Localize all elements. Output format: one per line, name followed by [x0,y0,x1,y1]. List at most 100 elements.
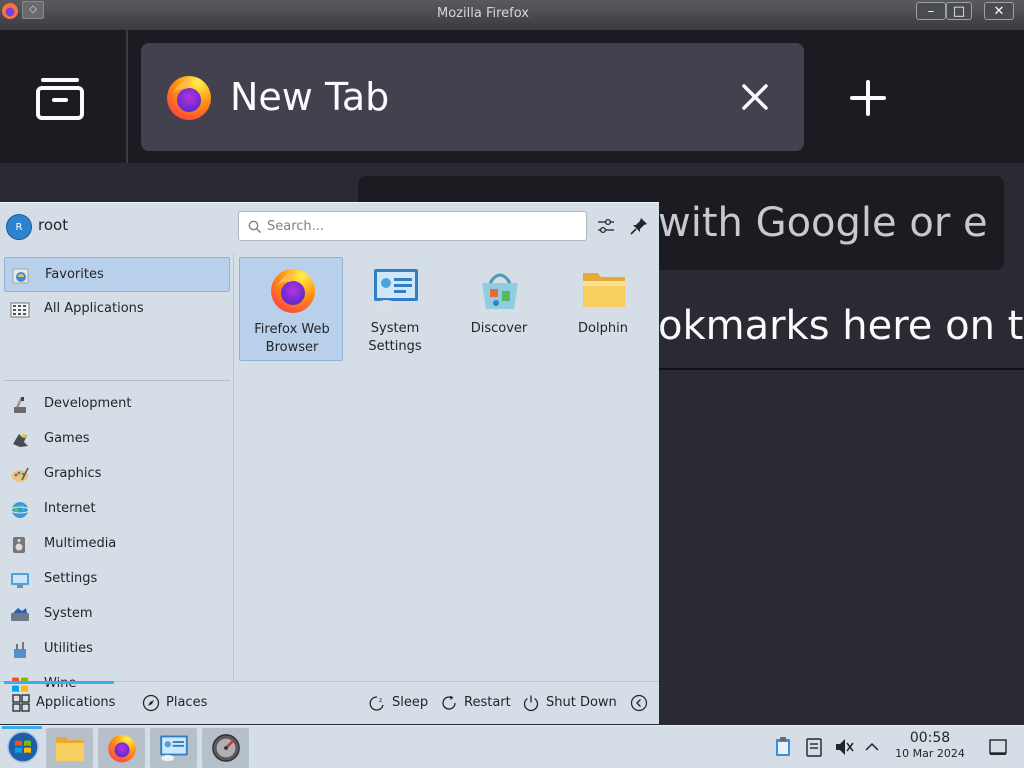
category-games[interactable]: Games [4,422,230,457]
restart-icon [442,695,456,710]
system-settings-icon [374,269,418,310]
app-label: Firefox Web Browser [254,322,330,355]
applications-grid-icon [12,694,30,712]
firefox-icon [271,269,315,313]
search-field[interactable] [238,211,587,241]
disk-utility-icon [212,734,240,762]
window-title: Mozilla Firefox [437,6,529,21]
tab-overview-icon[interactable] [34,72,86,124]
tab-title: New Tab [230,75,390,119]
search-input[interactable] [267,212,583,240]
application-launcher-button[interactable] [2,726,42,768]
tab-places[interactable]: Places [134,682,214,726]
app-label: Discover [470,321,528,336]
task-dolphin[interactable] [46,728,93,768]
start-orb-icon [7,731,39,763]
category-label: Games [44,431,90,446]
category-list: Favorites All Applications Development G… [0,253,234,692]
utilities-icon [14,642,26,658]
more-actions-button[interactable] [628,682,652,726]
favorites-icon [12,268,29,284]
close-window-button[interactable]: ✕ [984,2,1014,20]
window-titlebar[interactable]: ◇ Mozilla Firefox – □ ✕ [0,0,1024,30]
graphics-icon [12,467,29,482]
configure-icon[interactable] [595,215,617,237]
tab-applications[interactable]: Applications [4,681,116,726]
app-label: System Settings [368,321,422,354]
search-icon [248,220,262,234]
applications-label: Applications [36,695,116,710]
discover-icon [482,273,518,309]
games-icon [13,434,28,447]
multimedia-icon [13,537,25,553]
internet-icon [10,502,30,518]
category-label: Multimedia [44,536,117,551]
category-label: System [44,606,93,621]
maximize-button[interactable]: □ [946,2,972,20]
avatar[interactable]: R [6,214,32,240]
category-all-applications[interactable]: All Applications [4,292,230,327]
svg-text:z: z [379,697,382,704]
taskbar: 00:58 10 Mar 2024 [0,725,1024,768]
pin-icon[interactable] [628,215,650,237]
search-prompt-text: with Google or e [658,200,988,246]
app-discover[interactable]: Discover [447,257,551,361]
category-settings[interactable]: Settings [4,562,230,597]
volume-muted-icon[interactable] [833,736,855,758]
new-tab-icon[interactable] [848,78,888,118]
category-development[interactable]: Development [4,387,230,422]
firefox-icon [108,734,136,763]
application-launcher: R root Favorites [0,202,659,724]
app-firefox[interactable]: Firefox Web Browser [239,257,343,361]
favorites-grid: Firefox Web Browser System Settings Disc… [238,257,659,681]
compass-icon [142,694,160,712]
category-favorites[interactable]: Favorites [4,257,230,292]
category-label: Utilities [44,641,93,656]
settings-icon [11,573,29,588]
task-disk-utility[interactable] [202,728,249,768]
category-system[interactable]: System [4,597,230,632]
chevron-left-icon [630,694,648,712]
task-system-settings[interactable] [150,728,197,768]
sleep-icon: z [369,696,384,711]
sidebar-divider [126,30,128,163]
category-label: Graphics [44,466,102,481]
clock-time[interactable]: 00:58 [897,730,963,746]
bookmarks-hint-text: okmarks here on t [658,303,1024,349]
category-label: Settings [44,571,98,586]
tab-new-tab[interactable]: New Tab [141,43,804,151]
show-desktop-icon[interactable] [987,736,1009,758]
dolphin-icon [56,737,84,761]
restart-button[interactable]: Restart [436,682,512,726]
system-icon [11,608,29,621]
category-utilities[interactable]: Utilities [4,632,230,667]
launcher-footer: Applications Places z Sleep Restart Shut… [0,681,659,725]
app-dolphin[interactable]: Dolphin [551,257,655,361]
dolphin-folder-icon [583,273,625,307]
places-label: Places [166,695,208,710]
clipboard-icon[interactable] [772,736,794,758]
user-name: root [38,216,69,234]
all-applications-icon [10,302,30,318]
development-icon [14,397,26,413]
power-icon [523,695,539,712]
category-internet[interactable]: Internet [4,492,230,527]
app-label: Dolphin [578,321,628,336]
shutdown-button[interactable]: Shut Down [518,682,618,726]
category-multimedia[interactable]: Multimedia [4,527,230,562]
category-graphics[interactable]: Graphics [4,457,230,492]
sleep-button[interactable]: z Sleep [364,682,430,726]
restart-label: Restart [464,695,511,710]
system-settings-icon [160,735,188,762]
expand-tray-icon[interactable] [861,736,883,758]
task-firefox[interactable] [98,728,145,768]
category-divider [4,380,230,381]
storage-icon[interactable] [803,736,825,758]
shutdown-label: Shut Down [546,695,617,710]
close-tab-icon[interactable] [737,79,773,115]
category-label: All Applications [44,301,144,316]
category-label: Favorites [45,267,104,282]
minimize-button[interactable]: – [916,2,946,20]
clock-date[interactable]: 10 Mar 2024 [889,747,971,760]
app-system-settings[interactable]: System Settings [343,257,447,361]
